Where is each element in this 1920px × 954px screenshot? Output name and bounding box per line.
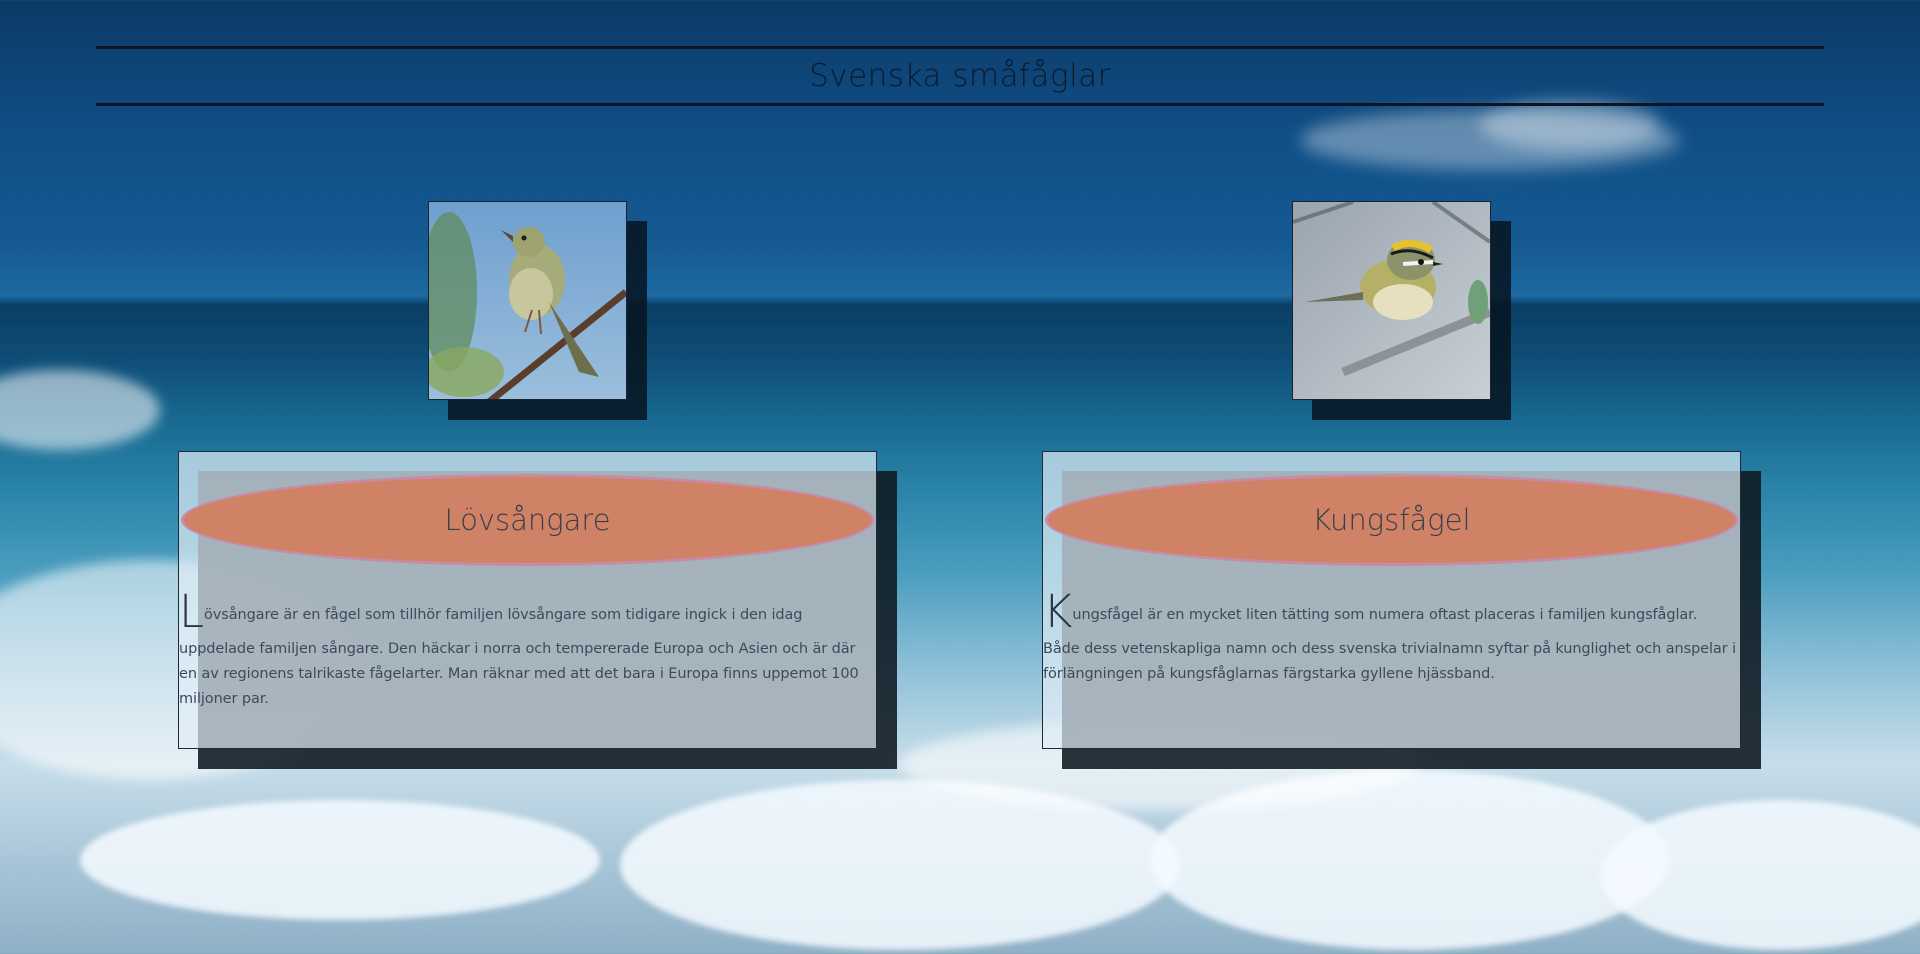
card-title-pill: Lövsångare: [181, 474, 874, 566]
bird-card-kungsfagel: Kungsfågel K ungsfågel är en mycket lite…: [1042, 451, 1741, 749]
card-lead-text: ungsfågel är en mycket liten tätting som…: [1072, 607, 1698, 623]
card-title-pill: Kungsfågel: [1045, 474, 1738, 566]
bird-photo-lovsangare: [428, 201, 627, 400]
foam: [80, 800, 600, 920]
drop-cap: L: [179, 585, 204, 638]
card-body-text: uppdelade familjen sångare. Den häckar i…: [179, 641, 859, 707]
foam: [1600, 800, 1920, 950]
card-description: K ungsfågel är en mycket liten tätting s…: [1043, 587, 1740, 687]
card-description: L övsångare är en fågel som tillhör fami…: [179, 587, 876, 712]
card-title: Lövsångare: [444, 503, 611, 537]
page-header: Svenska småfåglar: [96, 46, 1824, 106]
bird-image: [1293, 202, 1490, 399]
wave-crest: [0, 370, 160, 450]
page-title: Svenska småfåglar: [809, 58, 1111, 94]
drop-cap: K: [1043, 585, 1073, 638]
bird-image: [429, 202, 626, 399]
bird-card-lovsangare: Lövsångare L övsångare är en fågel som t…: [178, 451, 877, 749]
card-lead-text: övsångare är en fågel som tillhör familj…: [203, 607, 803, 623]
card-body-text: Både dess vetenskapliga namn och dess sv…: [1043, 641, 1737, 682]
bird-photo-kungsfagel: [1292, 201, 1491, 400]
card-title: Kungsfågel: [1312, 503, 1471, 537]
cloud: [1480, 100, 1660, 150]
